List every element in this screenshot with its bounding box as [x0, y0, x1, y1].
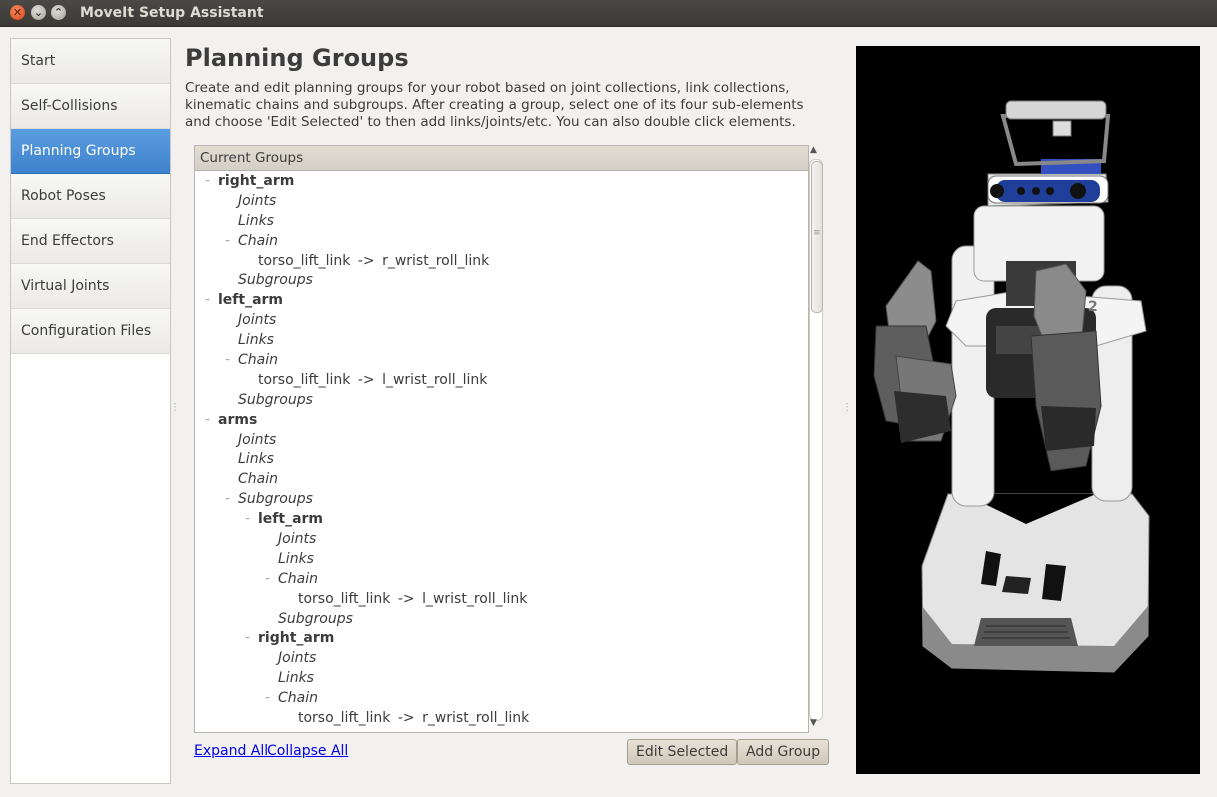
tree-row[interactable]: Subgroups — [195, 390, 808, 410]
tree-subelement-label: Chain — [238, 471, 278, 488]
tree-subelement-label: Links — [238, 451, 274, 468]
add-group-button[interactable]: Add Group — [737, 739, 830, 765]
tree-group-label: arms — [218, 411, 258, 428]
tree-column-header: Current Groups — [195, 146, 808, 171]
page-title: Planning Groups — [185, 44, 409, 72]
collapse-toggle-icon[interactable]: – — [263, 574, 272, 584]
tree-row[interactable]: Links — [195, 668, 808, 688]
groups-tree[interactable]: Current Groups – right_arm Joints Links – Cha… — [194, 145, 809, 733]
tree-row[interactable]: torso_lift_link -> r_wrist_roll_link — [195, 708, 808, 728]
tree-group-label: left_arm — [218, 292, 284, 309]
tree-row[interactable]: – Chain — [195, 350, 808, 370]
title-bar: ✕ ⌄ ⌃ MoveIt Setup Assistant — [0, 0, 1217, 27]
tree-subelement-label: Links — [278, 550, 314, 567]
tree-row[interactable]: Links — [195, 449, 808, 469]
tree-row[interactable]: – right_arm — [195, 171, 808, 191]
sidebar-item-self-collisions[interactable]: Self-Collisions — [11, 84, 170, 129]
scroll-track[interactable]: ≡ — [809, 159, 823, 721]
tree-row[interactable]: Joints — [195, 191, 808, 211]
tree-group-label: right_arm — [218, 173, 295, 189]
tree-row[interactable]: Subgroups — [195, 609, 808, 629]
sidebar-item-planning-groups[interactable]: Planning Groups — [11, 129, 170, 174]
tree-subelement-label: Links — [238, 212, 274, 229]
close-window-icon[interactable]: ✕ — [10, 5, 25, 20]
tree-subelement-label: Subgroups — [238, 491, 313, 508]
tree-subelement-label: Joints — [238, 192, 277, 209]
robot-model-image: 2 — [873, 100, 1150, 673]
tree-row[interactable]: Joints — [195, 648, 808, 668]
tree-row[interactable]: Joints — [195, 310, 808, 330]
left-splitter-handle[interactable]: ⋮ — [170, 402, 180, 413]
tree-subelement-label: Joints — [278, 531, 317, 548]
expand-all-link[interactable]: Expand All — [194, 743, 268, 759]
scroll-grip-icon: ≡ — [813, 228, 821, 238]
tree-row[interactable]: Joints — [195, 430, 808, 450]
tree-chain-value: torso_lift_link -> r_wrist_roll_link — [298, 710, 530, 727]
robot-badge-label: 2 — [1088, 299, 1098, 315]
minimize-window-icon[interactable]: ⌄ — [31, 5, 46, 20]
tree-chain-value: torso_lift_link -> l_wrist_roll_link — [258, 371, 488, 388]
collapse-toggle-icon[interactable]: – — [243, 634, 252, 643]
sidebar-item-configuration-files[interactable]: Configuration Files — [11, 309, 170, 354]
collapse-toggle-icon[interactable]: – — [203, 177, 212, 186]
tree-row[interactable]: Subgroups — [195, 270, 808, 290]
collapse-toggle-icon[interactable]: – — [203, 415, 212, 425]
sidebar-item-virtual-joints[interactable]: Virtual Joints — [11, 264, 170, 309]
tree-subelement-label: Subgroups — [278, 610, 353, 627]
tree-chain-value: torso_lift_link -> l_wrist_roll_link — [298, 590, 528, 607]
tree-subelement-label: Chain — [238, 232, 278, 249]
robot-3d-view[interactable]: 2 — [856, 46, 1200, 774]
tree-row[interactable]: Links — [195, 549, 808, 569]
tree-row[interactable]: – left_arm — [195, 290, 808, 310]
tree-subelement-label: Subgroups — [238, 391, 313, 408]
sidebar-item-robot-poses[interactable]: Robot Poses — [11, 174, 170, 219]
sidebar-item-end-effectors[interactable]: End Effectors — [11, 219, 170, 264]
collapse-toggle-icon[interactable]: – — [263, 694, 272, 703]
collapse-toggle-icon[interactable]: – — [203, 296, 212, 305]
tree-subelement-label: Chain — [278, 690, 318, 707]
tree-row[interactable]: – arms — [195, 410, 808, 430]
page-description: Create and edit planning groups for your… — [185, 80, 804, 130]
tree-row[interactable]: Links — [195, 330, 808, 350]
tree-row[interactable]: torso_lift_link -> r_wrist_roll_link — [195, 251, 808, 271]
tree-row[interactable]: torso_lift_link -> l_wrist_roll_link — [195, 589, 808, 609]
edit-selected-button[interactable]: Edit Selected — [627, 739, 738, 765]
scroll-up-icon[interactable]: ▲ — [810, 145, 817, 155]
tree-row[interactable]: – Chain — [195, 569, 808, 589]
tree-subelement-label: Joints — [278, 650, 317, 667]
tree-subelement-label: Links — [278, 670, 314, 687]
maximize-window-icon[interactable]: ⌃ — [51, 5, 66, 20]
sidebar-item-start[interactable]: Start — [11, 39, 170, 84]
tree-row[interactable]: – Subgroups — [195, 489, 808, 509]
tree-subelement-label: Joints — [238, 312, 277, 329]
tree-row[interactable]: Links — [195, 211, 808, 231]
window-title: MoveIt Setup Assistant — [80, 5, 264, 21]
tree-row[interactable]: – left_arm — [195, 509, 808, 529]
tree-row[interactable]: – Chain — [195, 231, 808, 251]
tree-row[interactable]: Chain — [195, 469, 808, 489]
tree-subelement-label: Joints — [238, 431, 277, 448]
tree-group-label: right_arm — [258, 630, 335, 647]
collapse-all-link[interactable]: Collapse All — [267, 743, 348, 759]
sidebar-nav: Start Self-Collisions Planning Groups Robot… — [10, 38, 171, 784]
tree-row[interactable]: Joints — [195, 529, 808, 549]
tree-subelement-label: Chain — [278, 570, 318, 587]
tree-chain-value: torso_lift_link -> r_wrist_roll_link — [258, 252, 490, 269]
tree-subelement-label: Subgroups — [238, 272, 313, 289]
tree-vertical-scrollbar[interactable]: ▲ ≡ ▼ — [808, 145, 823, 731]
scroll-down-icon[interactable]: ▼ — [810, 718, 817, 728]
collapse-toggle-icon[interactable]: – — [223, 495, 232, 504]
tree-row[interactable]: – Chain — [195, 688, 808, 708]
tree-row[interactable]: – right_arm — [195, 628, 808, 648]
collapse-toggle-icon[interactable]: – — [223, 236, 232, 246]
right-splitter-handle[interactable]: ⋮ — [842, 402, 852, 413]
scroll-thumb[interactable]: ≡ — [811, 161, 823, 313]
tree-row[interactable]: torso_lift_link -> l_wrist_roll_link — [195, 370, 808, 390]
tree-group-label: left_arm — [258, 511, 324, 528]
tree-subelement-label: Links — [238, 332, 274, 349]
tree-subelement-label: Chain — [238, 352, 278, 369]
tree-rows: – right_arm Joints Links – Chain torso_lift_li… — [195, 171, 808, 728]
collapse-toggle-icon[interactable]: – — [243, 515, 252, 524]
collapse-toggle-icon[interactable]: – — [223, 356, 232, 365]
